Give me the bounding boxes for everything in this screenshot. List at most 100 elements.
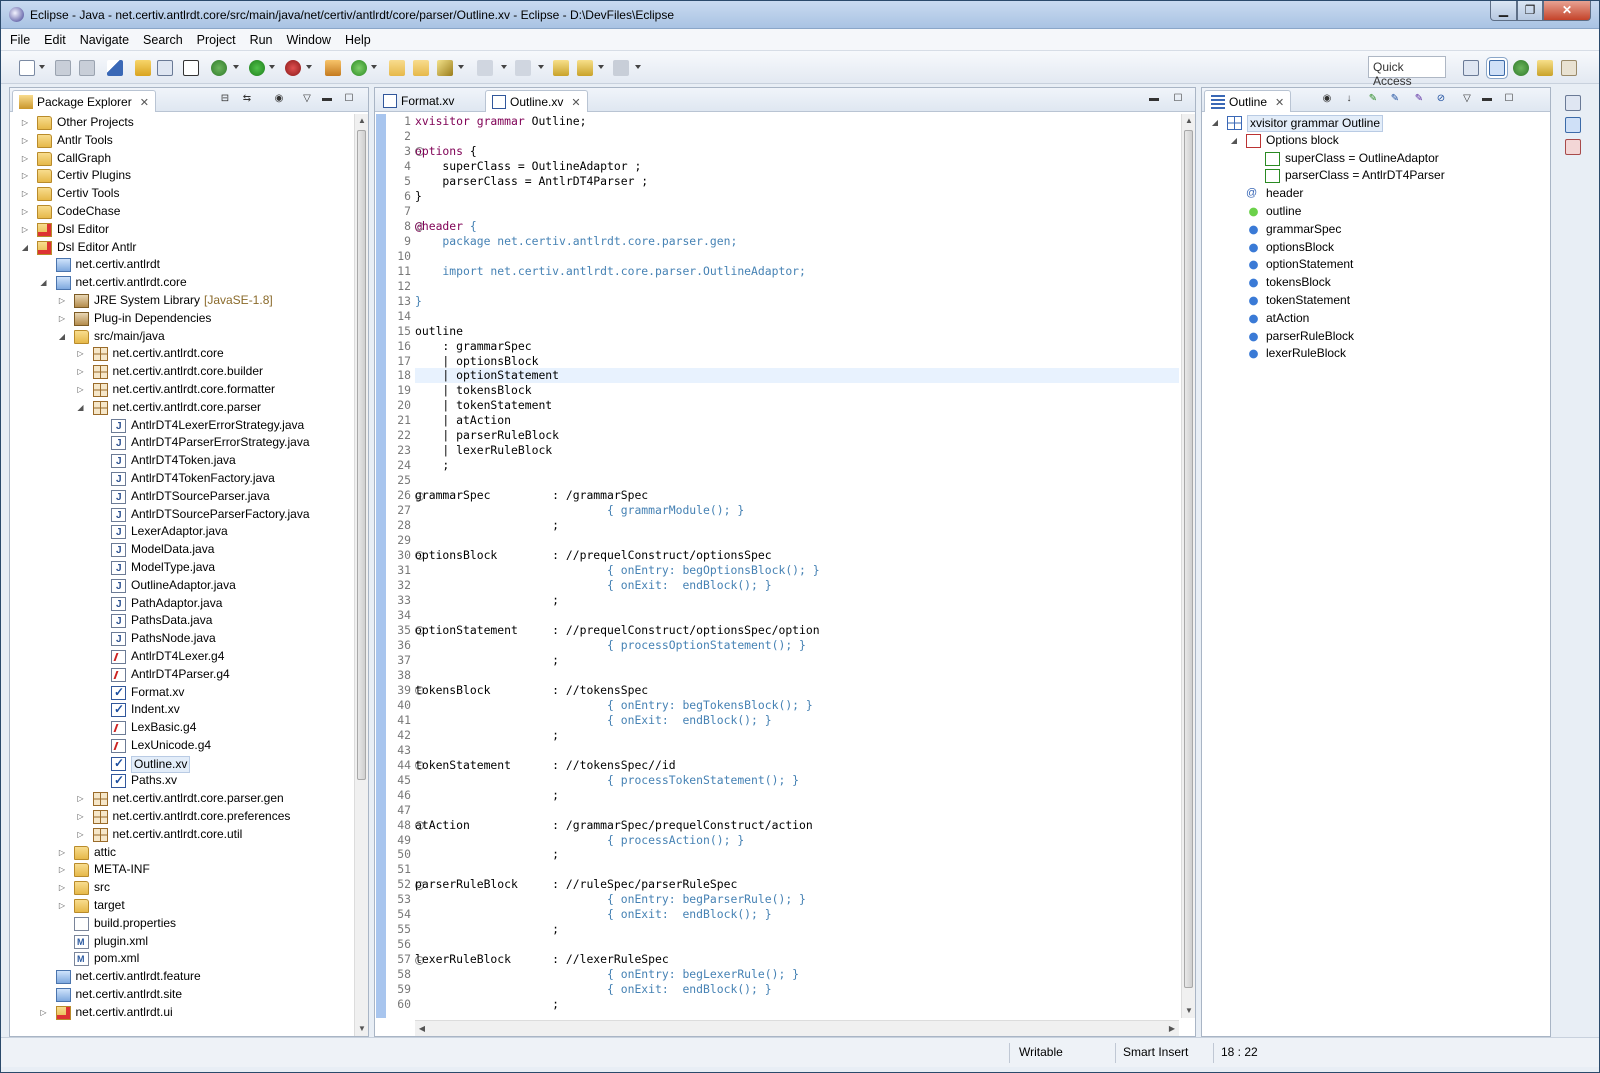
code-line[interactable]: { grammarModule(); } <box>415 503 1179 518</box>
prev-annotation-dropdown-icon[interactable] <box>538 65 544 69</box>
next-annotation-icon[interactable] <box>477 60 493 76</box>
view-menu-icon[interactable]: ▽ <box>300 93 314 105</box>
menu-search[interactable]: Search <box>134 29 188 47</box>
tree-item[interactable]: pom.xml <box>10 950 354 969</box>
collapse-arrow-icon[interactable]: ◢ <box>39 274 49 292</box>
search-dropdown-icon[interactable] <box>458 65 464 69</box>
tab-format-xv[interactable]: Format.xv <box>377 90 487 112</box>
tree-item[interactable]: AntlrDT4ParserErrorStrategy.java <box>10 434 354 453</box>
new-class-dropdown-icon[interactable] <box>371 65 377 69</box>
code-line[interactable] <box>415 862 1179 877</box>
code-line[interactable]: { processOptionStatement(); } <box>415 638 1179 653</box>
outline-item[interactable]: ◢ Options block <box>1202 132 1550 150</box>
expand-arrow-icon[interactable]: ▷ <box>76 381 86 399</box>
sort-icon[interactable]: ↓ <box>1342 93 1356 105</box>
outline-item[interactable]: tokenStatement <box>1202 292 1550 310</box>
tree-item[interactable]: ▷ Dsl Editor <box>10 221 354 239</box>
tree-item[interactable]: AntlrDT4LexerErrorStrategy.java <box>10 417 354 435</box>
expand-arrow-icon[interactable]: ▷ <box>20 221 30 239</box>
tree-item[interactable]: Paths.xv <box>10 772 354 790</box>
outline-item[interactable]: ◢ xvisitor grammar Outline <box>1202 114 1550 132</box>
restore-icon[interactable] <box>1565 95 1581 111</box>
code-line[interactable]: { onEntry: begParserRule(); } <box>415 892 1179 907</box>
prev-annotation-icon[interactable] <box>515 60 531 76</box>
code-line[interactable]: { processTokenStatement(); } <box>415 773 1179 788</box>
menu-edit[interactable]: Edit <box>35 29 71 47</box>
minimize-editor-icon[interactable]: ▬ <box>1147 93 1161 105</box>
open-task-icon[interactable] <box>413 60 429 76</box>
code-line[interactable]: parserRuleBlock : //ruleSpec/parserRuleS… <box>415 877 1179 892</box>
tab-outline-xv[interactable]: Outline.xv ✕ <box>485 90 588 112</box>
editor-vscrollbar[interactable]: ▲ ▼ <box>1181 114 1195 1018</box>
scroll-left-icon[interactable]: ◀ <box>415 1022 429 1036</box>
tree-item[interactable]: ◢ net.certiv.antlrdt.core.parser <box>10 399 354 417</box>
expand-arrow-icon[interactable]: ▷ <box>57 861 67 879</box>
expand-arrow-icon[interactable]: ▷ <box>57 879 67 897</box>
link-with-editor-icon[interactable]: ⇆ <box>240 93 254 105</box>
scroll-up-icon[interactable]: ▲ <box>1182 114 1196 128</box>
code-line[interactable]: ; <box>415 593 1179 608</box>
tree-item[interactable]: ▷ target <box>10 897 354 915</box>
expand-arrow-icon[interactable]: ▷ <box>57 897 67 915</box>
code-line[interactable]: | parserRuleBlock <box>415 428 1179 443</box>
tree-item[interactable]: ▷ net.certiv.antlrdt.core.util <box>10 826 354 844</box>
outline-item[interactable]: grammarSpec <box>1202 221 1550 239</box>
current-code-line[interactable]: | optionStatement <box>415 368 1179 384</box>
code-line[interactable] <box>415 803 1179 818</box>
maximize-view-icon[interactable]: ☐ <box>1502 93 1516 105</box>
code-line[interactable] <box>415 279 1179 294</box>
tree-item[interactable]: net.certiv.antlrdt <box>10 256 354 274</box>
collapse-arrow-icon[interactable]: ◢ <box>76 399 86 417</box>
menu-window[interactable]: Window <box>278 29 336 47</box>
tree-item[interactable]: Indent.xv <box>10 701 354 719</box>
code-line[interactable]: | tokenStatement <box>415 398 1179 413</box>
debug-dropdown-icon[interactable] <box>233 65 239 69</box>
tree-item[interactable]: ◢ src/main/java <box>10 328 354 346</box>
menu-run[interactable]: Run <box>241 29 278 47</box>
package-explorer-scrollbar[interactable]: ▲ ▼ <box>354 114 368 1036</box>
close-button[interactable]: ✕ <box>1543 1 1591 21</box>
outline-item[interactable]: outline <box>1202 203 1550 221</box>
code-line[interactable]: ; <box>415 997 1179 1012</box>
forward-icon[interactable] <box>613 60 629 76</box>
code-line[interactable]: import net.certiv.antlrdt.core.parser.Ou… <box>415 264 1179 279</box>
code-line[interactable]: ; <box>415 653 1179 668</box>
menu-project[interactable]: Project <box>188 29 241 47</box>
code-line[interactable]: ; <box>415 847 1179 862</box>
tree-item[interactable]: LexUnicode.g4 <box>10 737 354 755</box>
git-perspective-icon[interactable] <box>1561 60 1577 76</box>
code-line[interactable]: parserClass = AntlrDT4Parser ; <box>415 174 1179 189</box>
expand-arrow-icon[interactable]: ▷ <box>57 292 67 310</box>
tree-item[interactable]: ▷ Certiv Tools <box>10 185 354 203</box>
code-line[interactable]: outline <box>415 324 1179 339</box>
minimize-button[interactable]: ▁ <box>1490 1 1517 21</box>
tree-item[interactable]: LexerAdaptor.java <box>10 523 354 542</box>
tree-item[interactable]: plugin.xml <box>10 933 354 951</box>
maximize-editor-icon[interactable]: ☐ <box>1171 93 1185 105</box>
tree-item[interactable]: PathAdaptor.java <box>10 595 354 613</box>
tree-item[interactable]: AntlrDT4Parser.g4 <box>10 666 354 684</box>
tree-item[interactable]: ▷ Antlr Tools <box>10 132 354 150</box>
tree-item[interactable]: ▷ net.certiv.antlrdt.core.preferences <box>10 808 354 826</box>
tree-item[interactable]: ▷ net.certiv.antlrdt.core <box>10 345 354 363</box>
minimize-view-icon[interactable]: ▬ <box>1480 93 1494 105</box>
code-line[interactable] <box>415 743 1179 758</box>
code-line[interactable]: grammarSpec : /grammarSpec <box>415 488 1179 503</box>
code-line[interactable]: ; <box>415 922 1179 937</box>
expand-arrow-icon[interactable]: ▷ <box>76 808 86 826</box>
tree-item[interactable]: AntlrDTSourceParserFactory.java <box>10 506 354 524</box>
collapse-arrow-icon[interactable]: ◢ <box>1229 132 1239 150</box>
tree-item[interactable]: ▷ net.certiv.antlrdt.core.formatter <box>10 381 354 399</box>
outline-item[interactable]: superClass = OutlineAdaptor <box>1202 150 1550 168</box>
code-line[interactable]: xvisitor grammar Outline; <box>415 114 1179 129</box>
menu-help[interactable]: Help <box>336 29 376 47</box>
code-line[interactable]: ; <box>415 728 1179 743</box>
save-all-icon[interactable] <box>79 60 95 76</box>
collapse-all-icon[interactable]: ⊟ <box>218 93 232 105</box>
problems-icon[interactable] <box>1565 139 1581 155</box>
expand-arrow-icon[interactable]: ▷ <box>20 167 30 185</box>
open-type-icon[interactable] <box>389 60 405 76</box>
tree-item[interactable]: ▷ Other Projects <box>10 114 354 132</box>
close-tab-icon[interactable]: ✕ <box>1275 96 1284 109</box>
expand-arrow-icon[interactable]: ▷ <box>20 150 30 168</box>
